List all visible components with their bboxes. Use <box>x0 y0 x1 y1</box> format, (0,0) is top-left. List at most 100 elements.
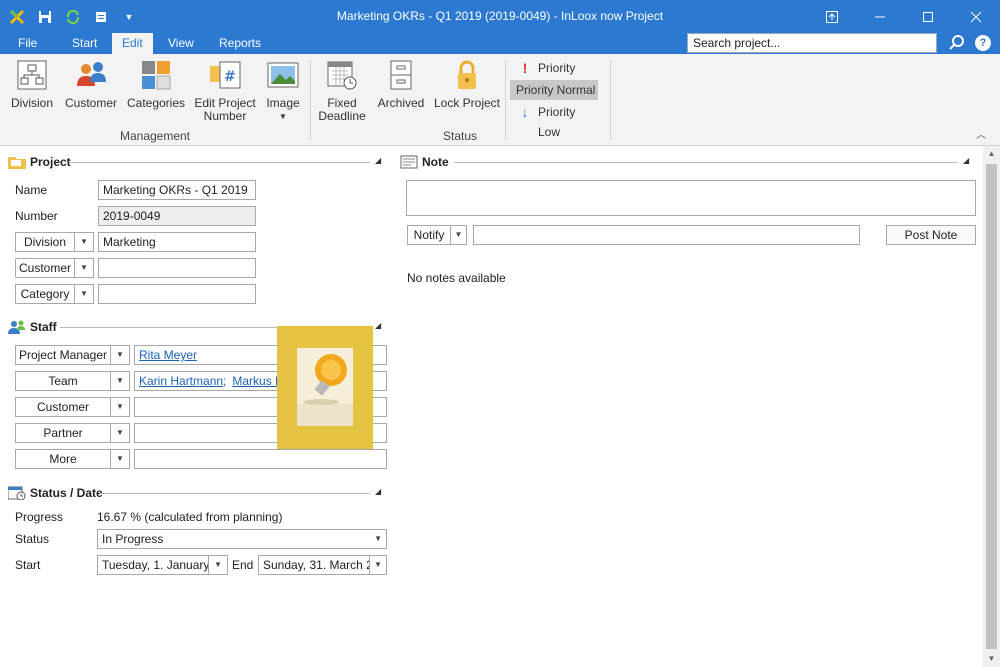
categories-button-label: Categories <box>126 96 186 110</box>
post-note-button[interactable]: Post Note <box>886 225 976 245</box>
chevron-down-icon[interactable]: ▼ <box>110 371 130 391</box>
calendar-clock-icon <box>325 58 359 92</box>
chevron-down-icon[interactable]: ▼ <box>74 284 94 304</box>
note-section-header: Note <box>400 154 449 170</box>
close-icon[interactable] <box>952 0 1000 33</box>
customer-field[interactable] <box>98 258 256 278</box>
status-date-section-title: Status / Date <box>30 486 103 500</box>
staff-section-header: Staff <box>8 319 57 335</box>
team-dropdown[interactable]: Team <box>15 371 111 391</box>
number-label: Number <box>15 209 58 223</box>
more-dropdown[interactable]: More <box>15 449 111 469</box>
project-image[interactable] <box>277 326 373 449</box>
vertical-scrollbar[interactable]: ▲ ▼ <box>983 146 1000 667</box>
customer-button-label: Customer <box>64 96 117 110</box>
scroll-down-icon[interactable]: ▼ <box>983 654 1000 663</box>
priority-low-button[interactable]: ↓ Priority Low <box>510 102 598 139</box>
division-field[interactable]: Marketing <box>98 232 256 252</box>
org-chart-icon <box>15 58 49 92</box>
section-divider <box>70 162 370 163</box>
folder-icon <box>8 155 26 169</box>
project-manager-dropdown[interactable]: Project Manager <box>15 345 111 365</box>
priority-low-label: Priority Low <box>538 105 576 139</box>
chevron-down-icon[interactable]: ▼ <box>74 232 94 252</box>
image-button-label: Image <box>266 96 300 110</box>
image-button[interactable]: Image ▼ <box>262 58 304 123</box>
partner-dropdown[interactable]: Partner <box>15 423 111 443</box>
ribbon-separator <box>505 60 506 140</box>
svg-text:#: # <box>224 69 236 85</box>
title-bar: ▼ Marketing OKRs - Q1 2019 (2019-0049) -… <box>0 0 1000 33</box>
chevron-down-icon[interactable]: ▼ <box>110 423 130 443</box>
priority-normal-button[interactable]: Priority Normal <box>510 80 598 100</box>
note-section-title: Note <box>422 155 449 169</box>
calendar-dropdown-icon[interactable]: ▼ <box>369 555 387 575</box>
notify-dropdown[interactable]: Notify <box>407 225 451 245</box>
start-date-field[interactable]: Tuesday, 1. January 2 <box>97 555 209 575</box>
chevron-down-icon[interactable]: ▼ <box>450 225 467 245</box>
chevron-down-icon[interactable]: ▼ <box>110 449 130 469</box>
collapse-ribbon-icon[interactable]: ︿ <box>976 126 986 141</box>
name-field[interactable]: Marketing OKRs - Q1 2019 <box>98 180 256 200</box>
categories-button[interactable]: Categories <box>124 58 188 110</box>
notify-recipients-field[interactable] <box>473 225 860 245</box>
start-label: Start <box>15 558 41 572</box>
category-field[interactable] <box>98 284 256 304</box>
division-dropdown[interactable]: Division <box>15 232 75 252</box>
maximize-icon[interactable] <box>904 0 952 33</box>
staff-person-link[interactable]: Karin Hartmann; <box>139 374 226 388</box>
tab-view[interactable]: View <box>158 33 204 54</box>
arrow-down-icon: ↓ <box>521 104 529 120</box>
search-input[interactable]: Search project... <box>687 33 937 53</box>
fixed-deadline-button[interactable]: Fixed Deadline <box>318 58 366 123</box>
section-divider <box>100 493 370 494</box>
status-label: Status <box>15 532 50 546</box>
project-form: Project ◢ Name Marketing OKRs - Q1 2019 … <box>0 146 983 667</box>
number-field: 2019-0049 <box>98 206 256 226</box>
tab-edit[interactable]: Edit <box>112 33 153 54</box>
ribbon-display-icon[interactable] <box>808 0 856 33</box>
priority-normal-label: Priority Normal <box>516 83 596 97</box>
project-section-header: Project <box>8 154 71 170</box>
note-input[interactable] <box>406 180 976 216</box>
tab-start[interactable]: Start <box>62 33 107 54</box>
division-button[interactable]: Division <box>6 58 58 110</box>
scroll-up-icon[interactable]: ▲ <box>983 149 1000 158</box>
end-date-field[interactable]: Sunday, 31. March 20 <box>258 555 370 575</box>
calendar-dropdown-icon[interactable]: ▼ <box>208 555 228 575</box>
ribbon-separator <box>310 60 311 140</box>
edit-project-number-button[interactable]: # Edit Project Number <box>192 58 258 123</box>
priority-high-button[interactable]: ! Priority High <box>510 58 598 95</box>
collapse-project-icon[interactable]: ◢ <box>375 156 381 165</box>
collapse-note-icon[interactable]: ◢ <box>963 156 969 165</box>
customer-button[interactable]: Customer <box>62 58 120 110</box>
help-icon[interactable]: ? <box>975 35 991 51</box>
edit-project-number-label: Edit Project Number <box>194 96 256 123</box>
archived-button[interactable]: Archived <box>376 58 426 110</box>
staff-customer-dropdown[interactable]: Customer <box>15 397 111 417</box>
status-group-label: Status <box>442 129 478 143</box>
chevron-down-icon[interactable]: ▼ <box>110 345 130 365</box>
more-field[interactable] <box>134 449 387 469</box>
chevron-down-icon[interactable]: ▼ <box>110 397 130 417</box>
scrollbar-thumb[interactable] <box>986 164 997 649</box>
lock-project-button[interactable]: Lock Project <box>432 58 502 110</box>
name-label: Name <box>15 183 48 197</box>
customer-icon <box>74 58 108 92</box>
category-dropdown[interactable]: Category <box>15 284 75 304</box>
window-controls <box>808 0 1000 33</box>
ribbon: Division Customer Categories # Edit Proj… <box>0 54 1000 146</box>
staff-person-link[interactable]: Rita Meyer <box>139 348 197 362</box>
search-icon[interactable] <box>948 34 966 52</box>
status-select[interactable]: In Progress ▼ <box>97 529 387 549</box>
staff-section-title: Staff <box>30 320 57 334</box>
customer-dropdown[interactable]: Customer <box>15 258 75 278</box>
calendar-clock-icon <box>7 486 26 501</box>
collapse-staff-icon[interactable]: ◢ <box>375 321 381 330</box>
minimize-icon[interactable] <box>856 0 904 33</box>
tab-file[interactable]: File <box>8 33 47 54</box>
chevron-down-icon[interactable]: ▼ <box>74 258 94 278</box>
image-dropdown-icon: ▼ <box>279 112 287 121</box>
collapse-status-icon[interactable]: ◢ <box>375 487 381 496</box>
tab-reports[interactable]: Reports <box>209 33 271 54</box>
